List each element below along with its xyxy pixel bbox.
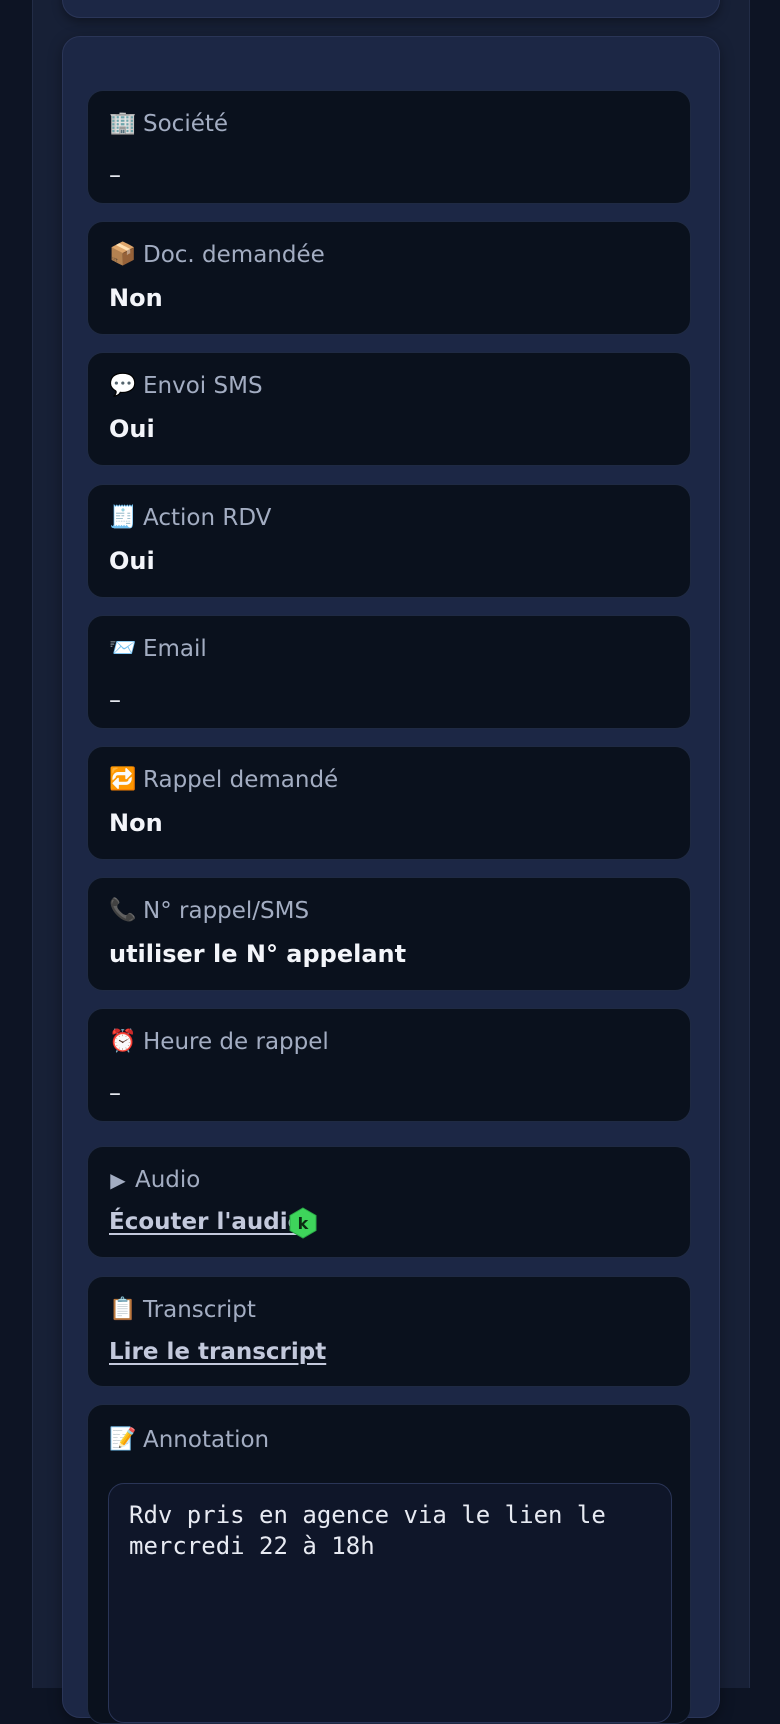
field-label-row: 🔁 Rappel demandé: [109, 767, 338, 793]
field-label-row: ▶ Audio: [109, 1167, 200, 1193]
field-value: –: [109, 161, 121, 189]
read-transcript-link[interactable]: Lire le transcript: [109, 1339, 326, 1365]
field-label: N° rappel/SMS: [143, 898, 310, 924]
phone-icon: 📞: [109, 898, 137, 923]
field-transcript: 📋 Transcript Lire le transcript: [87, 1276, 691, 1387]
field-label: Annotation: [143, 1427, 270, 1453]
field-label-row: 📝 Annotation: [109, 1427, 269, 1453]
field-societe: 🏢 Société –: [87, 90, 691, 204]
field-label-row: 🧾 Action RDV: [109, 505, 271, 531]
field-label-row: 🏢 Société: [109, 111, 228, 137]
field-email: 📨 Email –: [87, 615, 691, 729]
field-label: Société: [143, 111, 229, 137]
repeat-icon: 🔁: [109, 767, 137, 792]
field-action-rdv: 🧾 Action RDV Oui: [87, 484, 691, 598]
field-audio: ▶ Audio Écouter l'audio k: [87, 1146, 691, 1258]
clipboard-icon: 📋: [109, 1297, 137, 1322]
field-annotation: 📝 Annotation Rdv pris en agence via le l…: [87, 1404, 691, 1724]
field-label-row: 📦 Doc. demandée: [109, 242, 325, 268]
field-value: –: [109, 1079, 121, 1107]
field-envoi-sms: 💬 Envoi SMS Oui: [87, 352, 691, 466]
envelope-icon: 📨: [109, 636, 137, 661]
kaspersky-badge-icon: k: [289, 1207, 317, 1239]
field-value: utiliser le N° appelant: [109, 940, 407, 968]
listen-audio-link[interactable]: Écouter l'audio: [109, 1209, 303, 1235]
field-value: Oui: [109, 415, 155, 443]
field-label-row: 📋 Transcript: [109, 1297, 256, 1323]
speech-bubble-icon: 💬: [109, 373, 137, 398]
field-label-row: ⏰ Heure de rappel: [109, 1029, 329, 1055]
field-label-row: 📞 N° rappel/SMS: [109, 898, 309, 924]
svg-text:k: k: [298, 1214, 309, 1233]
field-rappel-demande: 🔁 Rappel demandé Non: [87, 746, 691, 860]
field-heure-rappel: ⏰ Heure de rappel –: [87, 1008, 691, 1122]
field-label: Email: [143, 636, 207, 662]
field-label-row: 📨 Email: [109, 636, 207, 662]
play-icon: ▶: [110, 1168, 126, 1192]
receipt-icon: 🧾: [109, 505, 137, 530]
field-value: Non: [109, 284, 163, 312]
field-numero-rappel: 📞 N° rappel/SMS utiliser le N° appelant: [87, 877, 691, 991]
field-label: Audio: [135, 1167, 201, 1193]
field-label-row: 💬 Envoi SMS: [109, 373, 263, 399]
package-icon: 📦: [109, 242, 137, 267]
previous-card: [62, 0, 720, 18]
annotation-textarea[interactable]: Rdv pris en agence via le lien le mercre…: [108, 1483, 672, 1723]
memo-icon: 📝: [109, 1427, 137, 1452]
field-value: Non: [109, 809, 163, 837]
field-label: Transcript: [143, 1297, 256, 1323]
field-label: Rappel demandé: [143, 767, 339, 793]
field-label: Doc. demandée: [143, 242, 325, 268]
alarm-clock-icon: ⏰: [109, 1029, 137, 1054]
field-label: Heure de rappel: [143, 1029, 329, 1055]
building-icon: 🏢: [109, 111, 137, 136]
field-label: Action RDV: [143, 505, 272, 531]
field-label: Envoi SMS: [143, 373, 263, 399]
field-doc-demandee: 📦 Doc. demandée Non: [87, 221, 691, 335]
field-value: –: [109, 686, 121, 714]
field-value: Oui: [109, 547, 155, 575]
